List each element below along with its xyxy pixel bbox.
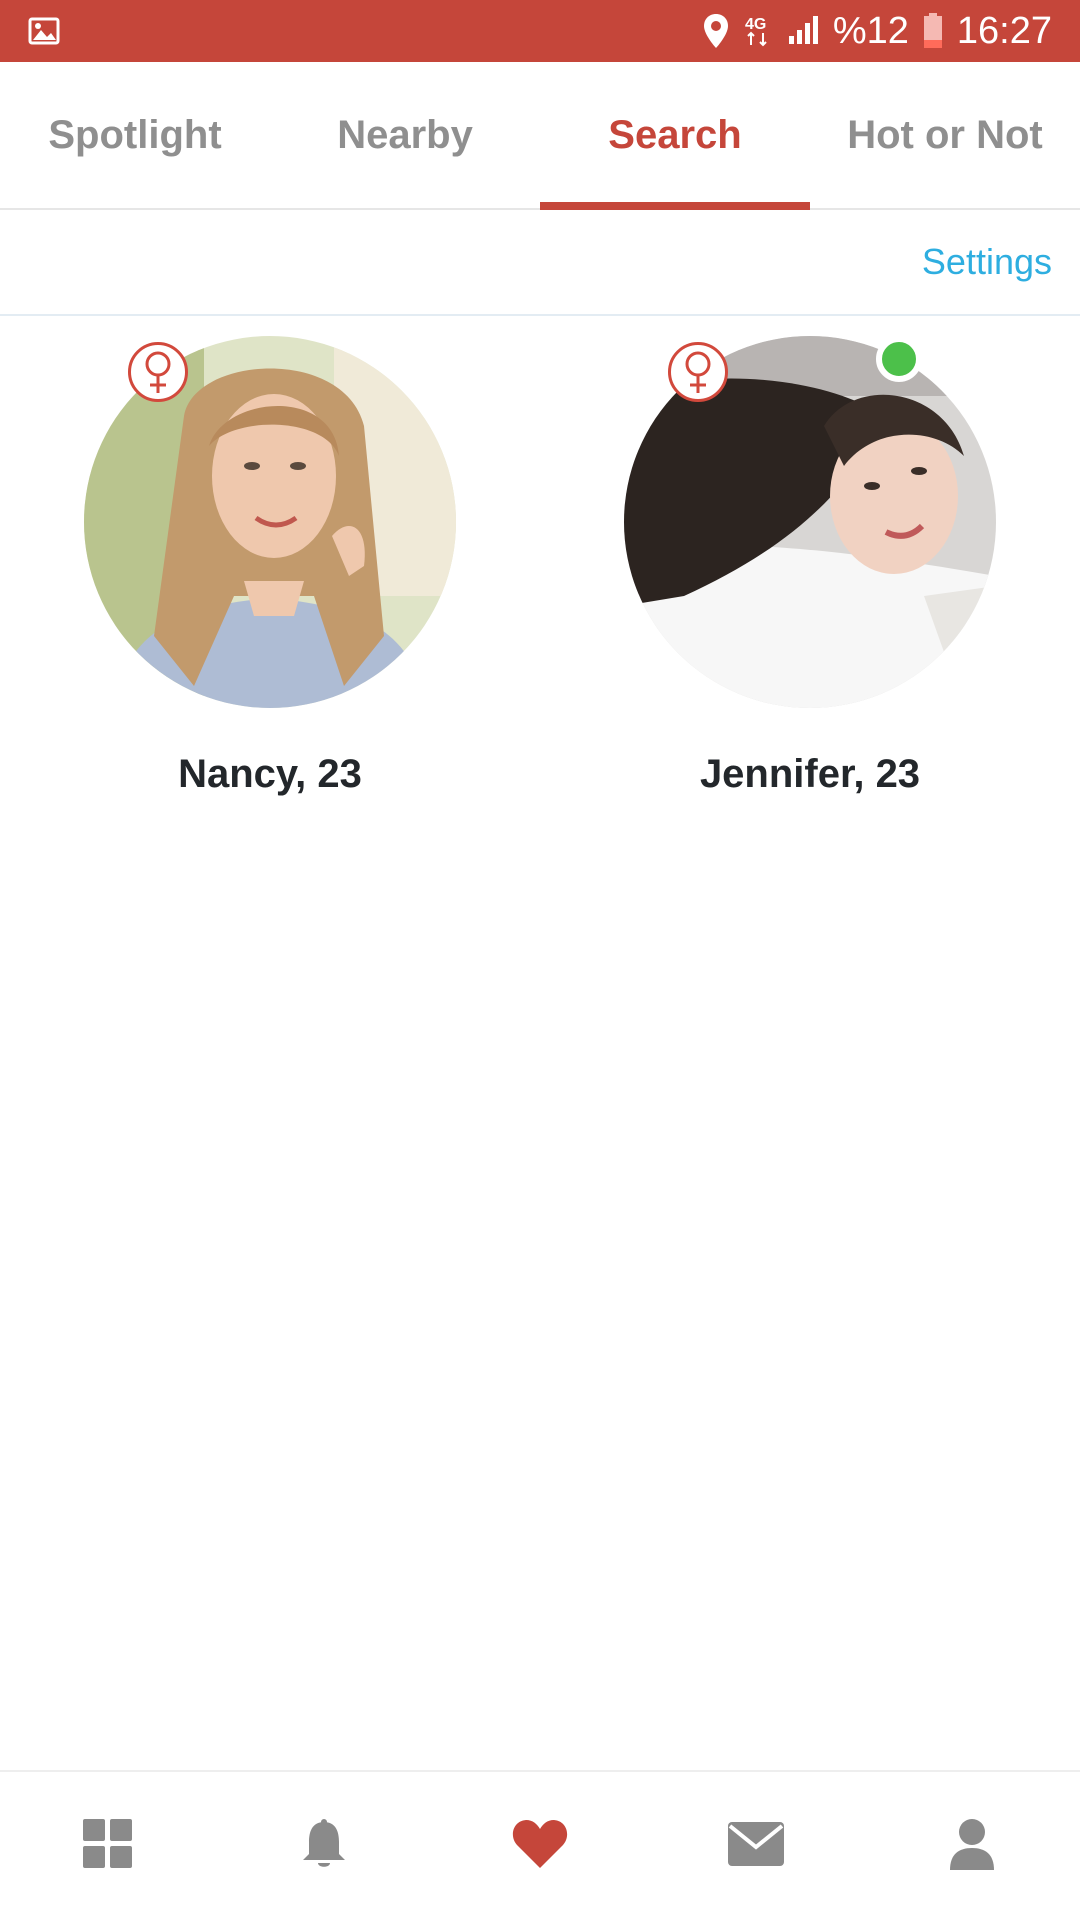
female-icon [668,342,728,402]
battery-icon [923,13,943,49]
network-label: 4G [745,16,766,33]
nav-grid[interactable] [0,1772,216,1920]
tab-bar: Spotlight Nearby Search Hot or Not [0,62,1080,210]
online-indicator [876,336,922,382]
screen: 4G %12 16:27 Spotlight Nearby Search Hot… [0,0,1080,1920]
tab-search[interactable]: Search [540,62,810,210]
nav-notifications[interactable] [216,1772,432,1920]
profile-name: Jennifer, 23 [699,752,921,796]
signal-icon [787,16,819,46]
mail-icon [727,1821,785,1872]
heart-icon [511,1818,569,1875]
profile-card[interactable]: Jennifer, 23 [540,336,1080,797]
profile-card[interactable]: Nancy, 23 [0,336,540,797]
bottom-nav [0,1770,1080,1920]
profile-name: Nancy, 23 [178,752,362,796]
nav-favorites[interactable] [432,1772,648,1920]
settings-link[interactable]: Settings [922,241,1052,283]
clock: 16:27 [956,9,1052,52]
network-icon: 4G [743,13,773,49]
location-icon [703,13,729,49]
tab-spotlight[interactable]: Spotlight [0,62,270,208]
image-icon [28,17,60,45]
bell-icon [302,1818,346,1875]
grid-icon [83,1818,133,1874]
battery-percent: %12 [832,9,909,52]
status-bar: 4G %12 16:27 [0,0,1080,62]
profile-grid: Nancy, 23 Jennifer, 23 [0,336,1080,797]
profile-icon [949,1818,995,1875]
settings-row: Settings [0,210,1080,316]
avatar-wrap [624,336,996,708]
nav-messages[interactable] [648,1772,864,1920]
tab-hot-or-not[interactable]: Hot or Not [810,62,1080,208]
female-icon [128,342,188,402]
avatar-wrap [84,336,456,708]
nav-profile[interactable] [864,1772,1080,1920]
tab-nearby[interactable]: Nearby [270,62,540,208]
